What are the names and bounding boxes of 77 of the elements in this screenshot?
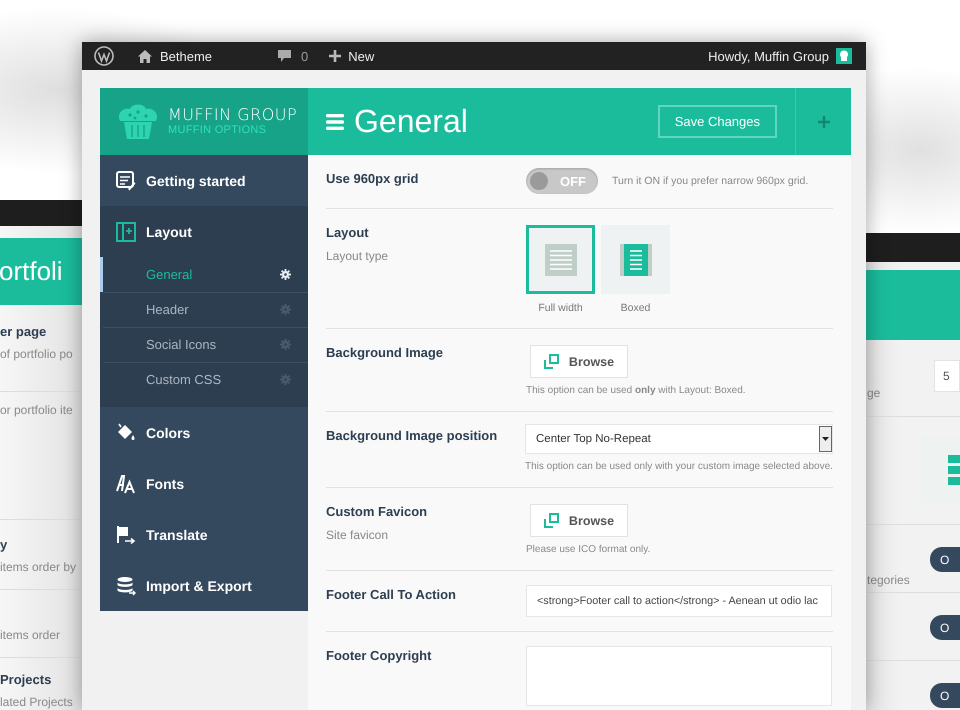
settings-icon	[280, 374, 291, 385]
page-title: General	[354, 103, 468, 140]
text-field[interactable]: <strong>Footer call to action</strong> - Aenean ut odio lac	[526, 585, 832, 617]
layout-option[interactable]	[601, 225, 670, 294]
layout-option-label: Boxed	[620, 302, 650, 314]
layout-icon	[948, 455, 960, 485]
option-description: items order by	[0, 560, 78, 574]
menu-icon[interactable]	[326, 114, 344, 130]
option-note: This option can be used only with your custom image selected above.	[525, 460, 833, 473]
option-description: Site favicon	[326, 528, 390, 542]
option-label: Background Image	[326, 345, 444, 360]
option-label: Footer Copyright	[326, 648, 432, 663]
option-description: tegories	[867, 573, 910, 587]
sidebar-item[interactable]: Fonts	[100, 458, 308, 509]
layout-option[interactable]	[526, 225, 595, 294]
text-area[interactable]	[526, 646, 832, 706]
toggle-switch[interactable]: O	[930, 683, 960, 708]
comment-count[interactable]: 0	[301, 48, 308, 64]
option-description: Layout type	[326, 249, 390, 263]
option-label: Custom Favicon	[326, 504, 428, 519]
brand-name: MUFFIN GROUP	[168, 107, 298, 123]
settings-icon	[280, 304, 291, 315]
sidebar-item[interactable]: Import & Export	[100, 560, 308, 611]
sidebar-subitem[interactable]: Header	[100, 292, 308, 327]
greeting-link[interactable]: Howdy, Muffin Group	[708, 48, 829, 64]
paint-bucket-icon	[116, 422, 136, 442]
layout-option-label: Full width	[538, 302, 583, 314]
option-label: Footer Call To Action	[326, 587, 457, 602]
window-title: ortfoli	[0, 256, 63, 287]
layout-icon	[116, 222, 136, 242]
home-icon[interactable]	[137, 48, 153, 64]
option-label: Use 960px grid	[326, 171, 420, 186]
option-label: Background Image position	[326, 428, 498, 443]
new-link[interactable]: New	[348, 48, 374, 64]
squares-icon	[544, 513, 559, 528]
logo-icon[interactable]	[94, 46, 114, 66]
browse-button[interactable]: Browse	[530, 504, 628, 537]
sidebar-item[interactable]: Colors	[100, 407, 308, 458]
option-description: of portfolio po	[0, 347, 74, 361]
option-description: lated Projects	[0, 695, 74, 709]
layout-option[interactable]	[920, 437, 960, 503]
number-field[interactable]: 5	[934, 360, 960, 392]
plus-icon[interactable]	[329, 50, 342, 62]
settings-icon	[280, 269, 291, 280]
option-note: This option can be used only with Layout: Boxed.	[526, 384, 746, 397]
option-label: Layout	[326, 225, 370, 240]
option-description: items order	[0, 628, 62, 642]
sidebar-subitem[interactable]: Social Icons	[100, 327, 308, 362]
option-note: Please use ICO format only.	[526, 543, 650, 556]
option-label: y	[0, 537, 8, 552]
option-description: or portfolio ite	[0, 403, 74, 417]
fonts-icon	[116, 474, 136, 494]
option-label: er page	[0, 324, 46, 339]
site-link[interactable]: Betheme	[160, 48, 212, 64]
squares-icon	[544, 354, 559, 369]
hint-text: Turn it ON if you prefer narrow 960px grid.	[612, 175, 808, 187]
settings-icon	[280, 339, 291, 350]
comment-icon[interactable]	[277, 49, 292, 63]
browse-button[interactable]: Browse	[530, 345, 628, 378]
select-field[interactable]: Center Top No-Repeat	[525, 424, 833, 454]
option-description: ge	[867, 386, 880, 400]
sidebar-item[interactable]: Getting started	[100, 155, 308, 206]
sidebar-subitem[interactable]: Custom CSS	[100, 362, 308, 397]
muffin-logo-icon	[116, 102, 160, 140]
avatar-icon[interactable]	[836, 48, 852, 64]
brand-subtitle: MUFFIN OPTIONS	[168, 125, 268, 136]
flag-icon	[116, 524, 136, 544]
database-icon	[116, 576, 136, 596]
edit-icon	[116, 170, 136, 190]
toggle-switch[interactable]: O	[930, 615, 960, 640]
caret-icon	[822, 437, 829, 441]
toggle-switch[interactable]: O	[930, 547, 960, 572]
boxed-layout-icon	[620, 244, 652, 276]
sidebar-item[interactable]: Layout	[100, 206, 308, 257]
option-label: Projects	[0, 672, 52, 687]
sidebar-item[interactable]: Translate	[100, 509, 308, 560]
full-width-layout-icon	[544, 244, 576, 276]
